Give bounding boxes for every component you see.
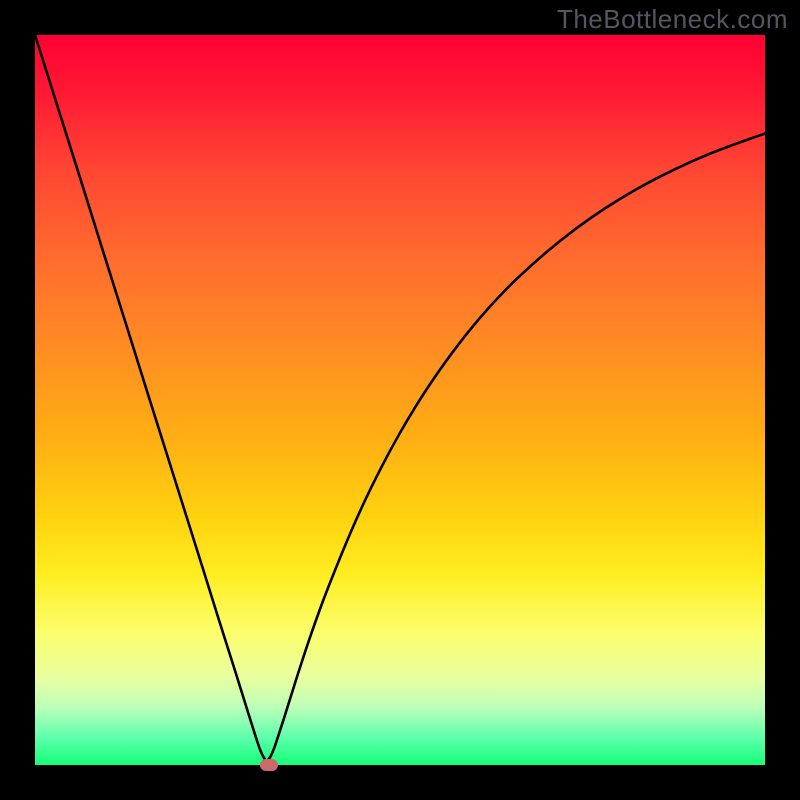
minimum-marker: [260, 759, 278, 771]
bottleneck-curve: [35, 35, 765, 765]
curve-path: [35, 35, 765, 761]
watermark-text: TheBottleneck.com: [557, 4, 788, 35]
plot-area: [35, 35, 765, 765]
chart-frame: TheBottleneck.com: [0, 0, 800, 800]
